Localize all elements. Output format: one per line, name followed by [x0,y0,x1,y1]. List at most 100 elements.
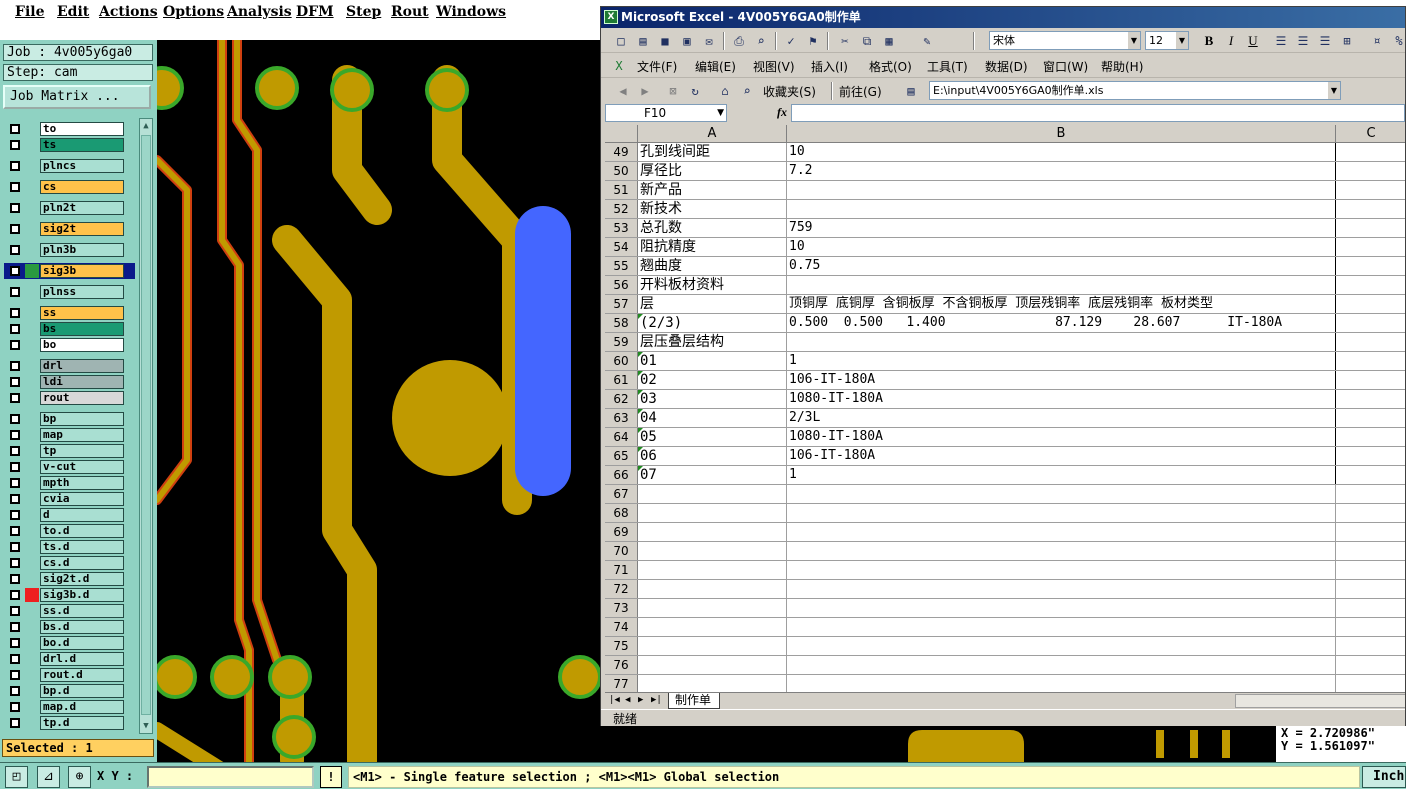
research-icon[interactable]: ⚑ [805,33,821,49]
cam-menu-windows[interactable]: Windows [436,4,506,20]
cut-icon[interactable]: ✂ [837,33,853,49]
cell-a[interactable]: 翘曲度 [638,257,787,275]
cell-c[interactable] [1336,352,1405,370]
layer-name[interactable]: v-cut [40,460,124,474]
cell-b[interactable]: 7.2 [787,162,1336,180]
cell-b[interactable]: 106-IT-180A [787,447,1336,465]
cell-a[interactable]: 孔到线间距 [638,143,787,161]
row-header[interactable]: 57 [605,295,638,313]
layer-name[interactable]: bo.d [40,636,124,650]
row-header[interactable]: 58 [605,314,638,332]
layer-checkbox[interactable] [10,224,20,234]
cell-c[interactable] [1336,466,1405,484]
layer-row[interactable]: cvia [4,491,135,507]
last-sheet-icon[interactable]: ▶| [651,695,662,705]
cell-b[interactable]: 1080-IT-180A [787,428,1336,446]
cell-a[interactable]: 02 [638,371,787,389]
cell-c[interactable] [1336,200,1405,218]
layer-name[interactable]: drl.d [40,652,124,666]
layer-checkbox[interactable] [10,638,20,648]
cell-c[interactable] [1336,257,1405,275]
row-header[interactable]: 63 [605,409,638,427]
cell-c[interactable] [1336,371,1405,389]
cell-a[interactable] [638,675,787,692]
cell-a[interactable]: (2/3) [638,314,787,332]
layer-row[interactable]: tp [4,443,135,459]
select-all-corner[interactable] [605,125,638,143]
save-icon[interactable]: ■ [657,33,673,49]
row-header[interactable]: 64 [605,428,638,446]
cell-b[interactable] [787,200,1336,218]
layer-name[interactable]: pln2t [40,201,124,215]
cell-b[interactable] [787,504,1336,522]
layer-row[interactable]: rout.d [4,667,135,683]
layer-row[interactable]: bs [4,321,135,337]
cell-a[interactable]: 总孔数 [638,219,787,237]
layer-checkbox[interactable] [10,574,20,584]
next-sheet-icon[interactable]: ▶ [638,695,643,705]
unit-button[interactable]: Inch [1362,766,1406,788]
menu-window[interactable]: 窗口(W) [1043,58,1088,75]
chevron-down-icon[interactable]: ▼ [1128,32,1140,49]
layer-checkbox[interactable] [10,478,20,488]
row-header[interactable]: 72 [605,580,638,598]
row-header[interactable]: 62 [605,390,638,408]
align-center-icon[interactable]: ☰ [1295,33,1311,49]
cell-a[interactable]: 04 [638,409,787,427]
row-header[interactable]: 59 [605,333,638,351]
cam-menu-step[interactable]: Step [346,4,381,20]
cam-menu-actions[interactable]: Actions [99,4,158,20]
layer-row[interactable]: drl [4,358,135,374]
layer-name[interactable]: bo [40,338,124,352]
layer-row[interactable]: ts [4,137,135,153]
row-header[interactable]: 76 [605,656,638,674]
layer-checkbox[interactable] [10,718,20,728]
cell-c[interactable] [1336,276,1405,294]
cell-a[interactable] [638,542,787,560]
cell-c[interactable] [1336,447,1405,465]
cell-b[interactable] [787,580,1336,598]
cell-a[interactable]: 03 [638,390,787,408]
layer-checkbox[interactable] [10,203,20,213]
cell-a[interactable] [638,485,787,503]
cell-a[interactable]: 新产品 [638,181,787,199]
layer-name[interactable]: cvia [40,492,124,506]
cam-menu-dfm[interactable]: DFM [296,4,334,20]
layer-checkbox[interactable] [10,393,20,403]
cell-c[interactable] [1336,485,1405,503]
bold-icon[interactable]: B [1199,32,1219,50]
layer-name[interactable]: bs.d [40,620,124,634]
permission-icon[interactable]: ▣ [679,33,695,49]
italic-icon[interactable]: I [1221,32,1241,50]
search-icon[interactable]: ⌕ [739,83,755,99]
layer-row[interactable]: ss.d [4,603,135,619]
goto-menu[interactable]: 前往(G) [839,83,882,100]
horizontal-scrollbar[interactable] [1235,694,1405,708]
layer-checkbox[interactable] [10,287,20,297]
cell-b[interactable] [787,485,1336,503]
cell-b[interactable]: 1 [787,352,1336,370]
print-icon[interactable]: ⎙ [731,33,747,49]
name-box[interactable]: F10 ▼ [605,104,727,122]
menu-help[interactable]: 帮助(H) [1101,58,1143,75]
layer-checkbox[interactable] [10,670,20,680]
cell-c[interactable] [1336,143,1405,161]
cell-c[interactable] [1336,219,1405,237]
cell-c[interactable] [1336,637,1405,655]
cell-a[interactable]: 阻抗精度 [638,238,787,256]
layer-name[interactable]: ldi [40,375,124,389]
menu-format[interactable]: 格式(O) [869,58,912,75]
cell-a[interactable] [638,656,787,674]
cam-menu-analysis[interactable]: Analysis [227,4,292,20]
layer-name[interactable]: sig2t.d [40,572,124,586]
row-header[interactable]: 69 [605,523,638,541]
layer-row[interactable]: ts.d [4,539,135,555]
layer-checkbox[interactable] [10,654,20,664]
formula-input[interactable] [791,104,1405,122]
show-web-toolbar-icon[interactable]: ▤ [903,83,919,99]
layer-checkbox[interactable] [10,266,20,276]
snap-icon[interactable]: ⊕ [68,766,91,788]
layer-checkbox[interactable] [10,558,20,568]
menu-file[interactable]: 文件(F) [637,58,677,75]
cell-c[interactable] [1336,580,1405,598]
